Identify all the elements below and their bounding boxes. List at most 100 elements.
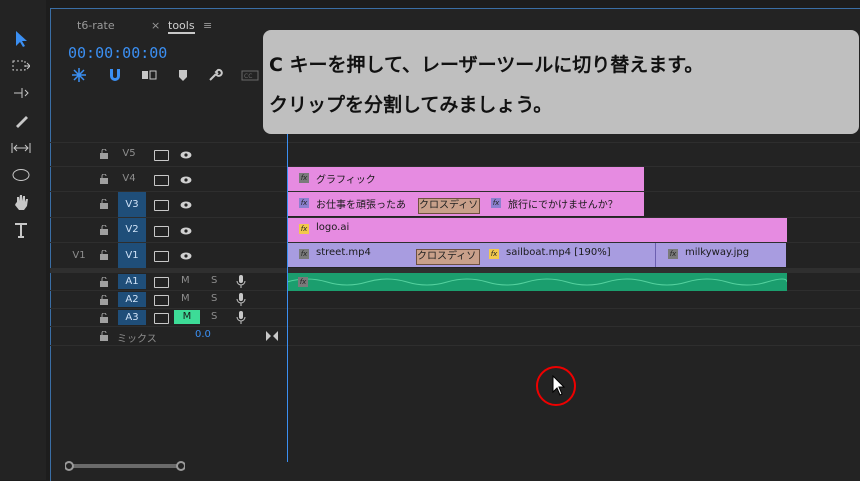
captions-icon[interactable]: CC [241,67,259,83]
track-label-v5[interactable]: V5 [119,148,139,159]
track-label-v2[interactable]: V2 [118,218,146,242]
track-label-a1[interactable]: A1 [118,274,146,289]
track-header-v5: V5 [50,143,287,166]
selection-tool-icon[interactable] [10,28,32,50]
track-header-a2: A2 M S [50,291,287,308]
lock-icon[interactable] [99,331,109,341]
fx-badge: fx [491,198,501,208]
tools-panel [0,0,46,480]
track-header-v4: V4 [50,167,287,191]
svg-text:CC: CC [244,73,252,80]
timeline-tracks-area[interactable]: fx グラフィック fx お仕事を頑張ったあ fx 旅行にでかけませんか？ クロ… [287,143,860,463]
tab-tools[interactable]: tools [168,19,195,34]
lock-icon[interactable] [99,199,109,209]
clip-logo[interactable]: fx logo.ai [288,218,787,242]
clip-sailboat[interactable]: sailboat.mp4 [190%] [506,247,611,258]
track-header-mix: ミックス 0.0 [50,327,287,345]
ellipse-tool-icon[interactable] [10,164,32,186]
microphone-icon[interactable] [236,311,246,324]
linked-selection-icon[interactable] [141,67,157,83]
track-header-v1: V1 V1 [50,243,287,268]
clip-v1-group: fx street.mp4 fx sailboat.mp4 [190%] fx … [288,243,786,267]
mute-button[interactable]: M [181,293,190,304]
eye-icon[interactable] [180,176,192,184]
tutorial-tooltip: C キーを押して、レーザーツールに切り替えます。 クリップを分割してみましょう。 [263,30,859,134]
slip-tool-icon[interactable] [10,137,32,159]
fx-badge: fx [489,249,499,259]
type-tool-icon[interactable] [10,219,32,241]
solo-button[interactable]: S [211,275,217,286]
sync-lock-icon[interactable] [154,175,169,186]
track-header-v2: V2 [50,218,287,242]
fx-badge: fx [299,173,309,183]
track-header-a1: A1 M S [50,273,287,290]
lock-icon[interactable] [99,149,109,159]
track-label-v4[interactable]: V4 [119,173,139,184]
timecode-display[interactable]: 00:00:00:00 [68,44,167,62]
audio-clip-a1[interactable]: fx [287,273,787,291]
track-label-v1[interactable]: V1 [118,243,146,268]
fx-badge: fx [299,198,309,208]
fx-badge: fx [668,249,678,259]
transition-cross-dissolve[interactable]: クロスディソ [418,198,480,214]
sync-lock-icon[interactable] [154,251,169,262]
add-marker-icon[interactable] [175,67,191,83]
solo-button[interactable]: S [211,311,217,322]
clip-label: logo.ai [316,222,350,233]
tab-t6-rate[interactable]: t6-rate [77,19,115,32]
lock-icon[interactable] [99,295,109,305]
source-patch-v1[interactable]: V1 [69,250,89,261]
eye-icon[interactable] [180,227,192,235]
track-label-a3[interactable]: A3 [118,310,146,325]
sync-lock-icon[interactable] [154,200,169,211]
sync-lock-icon[interactable] [154,226,169,237]
clip-label: 旅行にでかけませんか？ [508,200,618,211]
clip-street[interactable]: street.mp4 [316,247,371,258]
mix-volume-value[interactable]: 0.0 [195,329,211,340]
lock-icon[interactable] [99,174,109,184]
eye-icon[interactable] [180,252,192,260]
fx-badge: fx [299,249,309,259]
sync-lock-icon[interactable] [154,150,169,161]
mute-button-active[interactable]: M [174,310,200,324]
hand-tool-icon[interactable] [10,191,32,213]
lock-icon[interactable] [99,277,109,287]
transition-cross-dissolve[interactable]: クロスディソ [416,249,480,265]
sync-lock-icon[interactable] [154,295,169,306]
track-label-a2[interactable]: A2 [118,292,146,307]
tooltip-line-1: C キーを押して、レーザーツールに切り替えます。 [269,54,704,76]
panel-menu-icon[interactable]: ≡ [203,19,212,32]
clip-graphic[interactable]: fx グラフィック [288,167,644,191]
fx-badge: fx [299,224,309,234]
lock-icon[interactable] [99,250,109,260]
sync-lock-icon[interactable] [154,277,169,288]
wrench-icon[interactable] [207,67,223,83]
clip-edge [655,243,656,267]
track-header-a3: A3 M S [50,309,287,326]
mute-button[interactable]: M [181,275,190,286]
clip-label: グラフィック [316,175,376,186]
zoom-scrollbar[interactable] [65,459,185,473]
lock-icon[interactable] [99,225,109,235]
sync-lock-icon[interactable] [154,313,169,324]
nest-sequence-icon[interactable] [71,67,87,83]
eye-icon[interactable] [180,201,192,209]
microphone-icon[interactable] [236,275,246,288]
go-to-end-icon[interactable] [266,331,278,341]
track-label-v3[interactable]: V3 [118,192,146,217]
snap-icon[interactable] [107,67,123,83]
clip-label: お仕事を頑張ったあ [316,200,406,211]
track-header-v3: V3 [50,192,287,217]
microphone-icon[interactable] [236,293,246,306]
eye-icon[interactable] [180,151,192,159]
close-tab-icon[interactable]: × [151,19,160,32]
ripple-edit-tool-icon[interactable] [10,82,32,104]
track-select-tool-icon[interactable] [10,55,32,77]
playhead[interactable] [287,100,288,462]
tooltip-line-2: クリップを分割してみましょう。 [269,94,553,116]
razor-tool-icon[interactable] [10,110,32,132]
lock-icon[interactable] [99,313,109,323]
clip-milkyway[interactable]: milkyway.jpg [685,247,749,258]
solo-button[interactable]: S [211,293,217,304]
fx-badge: fx [298,277,308,287]
